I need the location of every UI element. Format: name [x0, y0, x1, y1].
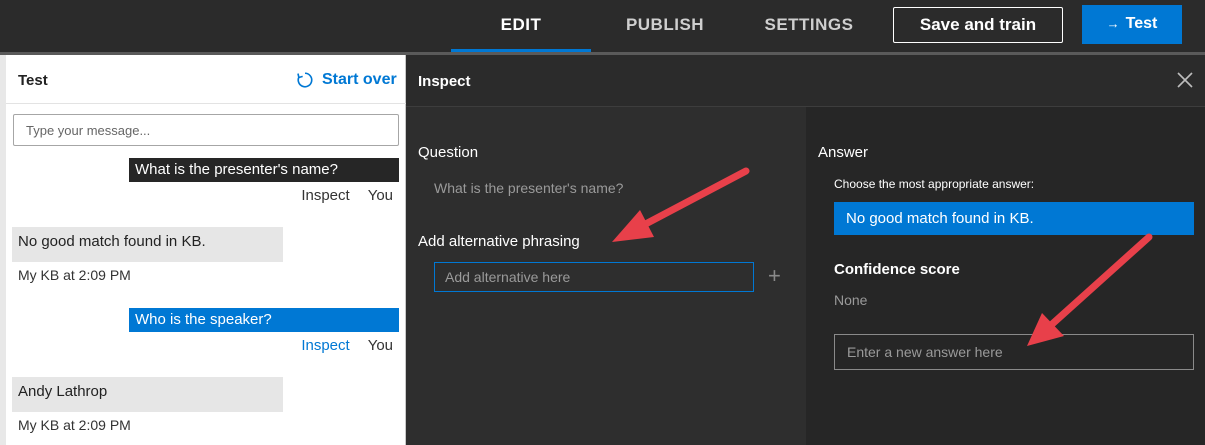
- sender-label: You: [367, 337, 393, 354]
- new-answer-input[interactable]: [834, 334, 1194, 370]
- bot-message: No good match found in KB.: [12, 227, 283, 262]
- tab-edit[interactable]: EDIT: [451, 0, 591, 52]
- alternative-phrasing-input[interactable]: [434, 262, 754, 292]
- choose-answer-label: Choose the most appropriate answer:: [834, 177, 1035, 191]
- bot-message-meta: My KB at 2:09 PM: [18, 267, 131, 283]
- tab-settings[interactable]: SETTINGS: [750, 0, 868, 52]
- test-panel: Test Start over What is the presenter's …: [6, 55, 406, 445]
- inspect-title: Inspect: [418, 73, 471, 90]
- tab-publish[interactable]: PUBLISH: [605, 0, 725, 52]
- alt-phrasing-label: Add alternative phrasing: [418, 233, 580, 250]
- user-message-meta: Inspect You: [301, 187, 393, 204]
- inspect-header: Inspect: [406, 55, 1205, 107]
- top-nav-bar: EDIT PUBLISH SETTINGS Save and train → Te…: [0, 0, 1205, 55]
- confidence-score-value: None: [834, 292, 868, 308]
- bot-message: Andy Lathrop: [12, 377, 283, 412]
- start-over-label: Start over: [322, 71, 397, 88]
- close-icon[interactable]: [1176, 71, 1194, 89]
- save-and-train-button[interactable]: Save and train: [893, 7, 1063, 43]
- bot-message-meta: My KB at 2:09 PM: [18, 417, 131, 433]
- test-button-label: Test: [1125, 15, 1158, 32]
- test-button[interactable]: → Test: [1082, 5, 1182, 44]
- inspect-link[interactable]: Inspect: [301, 187, 349, 204]
- question-section: Question What is the presenter's name? A…: [406, 107, 806, 445]
- confidence-score-label: Confidence score: [834, 261, 960, 278]
- message-input[interactable]: [13, 114, 399, 146]
- user-message: What is the presenter's name?: [129, 158, 399, 182]
- question-label: Question: [418, 144, 479, 161]
- arrow-right-icon: →: [1106, 16, 1120, 31]
- user-message-meta: Inspect You: [301, 337, 393, 354]
- inspect-panel: Inspect Question What is the presenter's…: [406, 55, 1205, 445]
- start-over-button[interactable]: Start over: [296, 71, 397, 89]
- add-alternative-button[interactable]: +: [768, 264, 781, 288]
- refresh-icon: [297, 72, 313, 88]
- question-text: What is the presenter's name?: [434, 180, 624, 196]
- test-panel-header: Test Start over: [6, 55, 406, 104]
- answer-section: Answer Choose the most appropriate answe…: [806, 107, 1205, 445]
- answer-label: Answer: [818, 144, 869, 161]
- sender-label: You: [367, 187, 393, 204]
- inspect-link[interactable]: Inspect: [301, 337, 349, 354]
- answer-option-selected[interactable]: No good match found in KB.: [834, 202, 1194, 235]
- test-panel-title: Test: [18, 72, 48, 89]
- user-message[interactable]: Who is the speaker?: [129, 308, 399, 332]
